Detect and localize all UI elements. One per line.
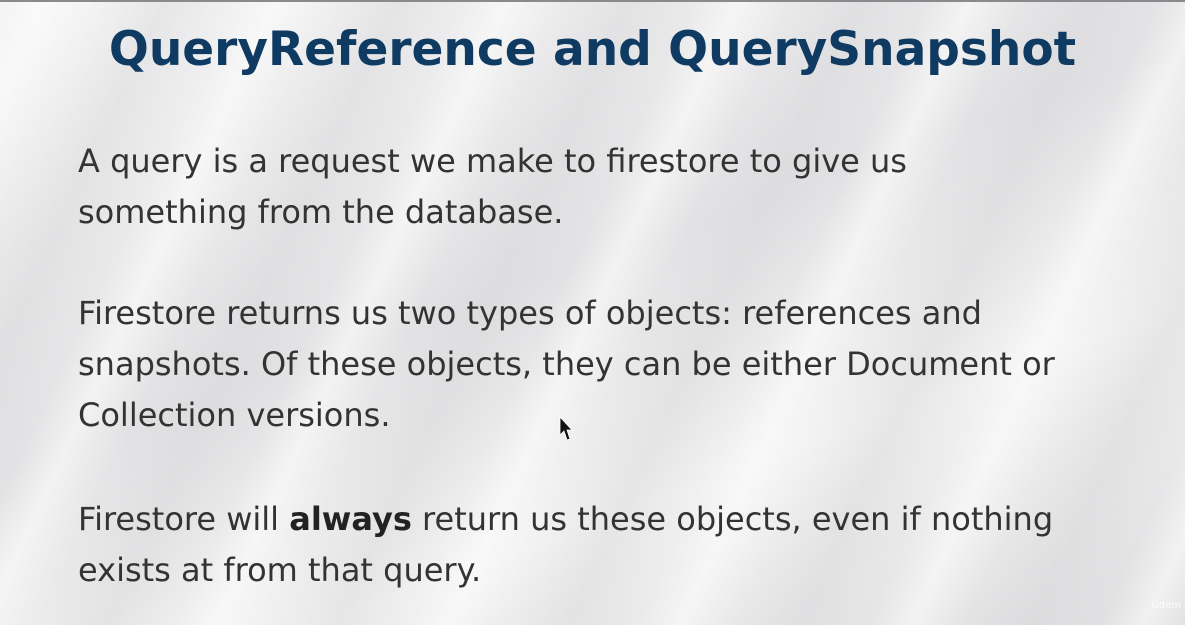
- paragraph-object-types: Firestore returns us two types of object…: [78, 288, 1138, 441]
- top-border: [0, 0, 1185, 2]
- slide-title: QueryReference and QuerySnapshot: [108, 22, 1077, 77]
- paragraph-line: snapshots. Of these objects, they can be…: [78, 345, 1055, 383]
- slide: QueryReference and QuerySnapshot A query…: [0, 0, 1185, 625]
- paragraph-line: something from the database.: [78, 193, 564, 231]
- paragraph-line: Collection versions.: [78, 396, 391, 434]
- paragraph-line: Firestore will always return us these ob…: [78, 494, 1138, 545]
- paragraph-line: exists at from that query.: [78, 551, 482, 589]
- paragraph-line: Firestore returns us two types of object…: [78, 294, 982, 332]
- watermark: Udem: [1151, 600, 1181, 611]
- paragraph-query-definition: A query is a request we make to firestor…: [78, 136, 1138, 238]
- mouse-pointer-icon: [559, 416, 573, 441]
- paragraph-always-return: Firestore will always return us these ob…: [78, 494, 1138, 596]
- paragraph-line: A query is a request we make to firestor…: [78, 142, 907, 180]
- emphasis-text: always: [289, 500, 412, 538]
- text-segment: return us these objects, even if nothing: [411, 500, 1054, 538]
- text-segment: Firestore will: [78, 500, 290, 538]
